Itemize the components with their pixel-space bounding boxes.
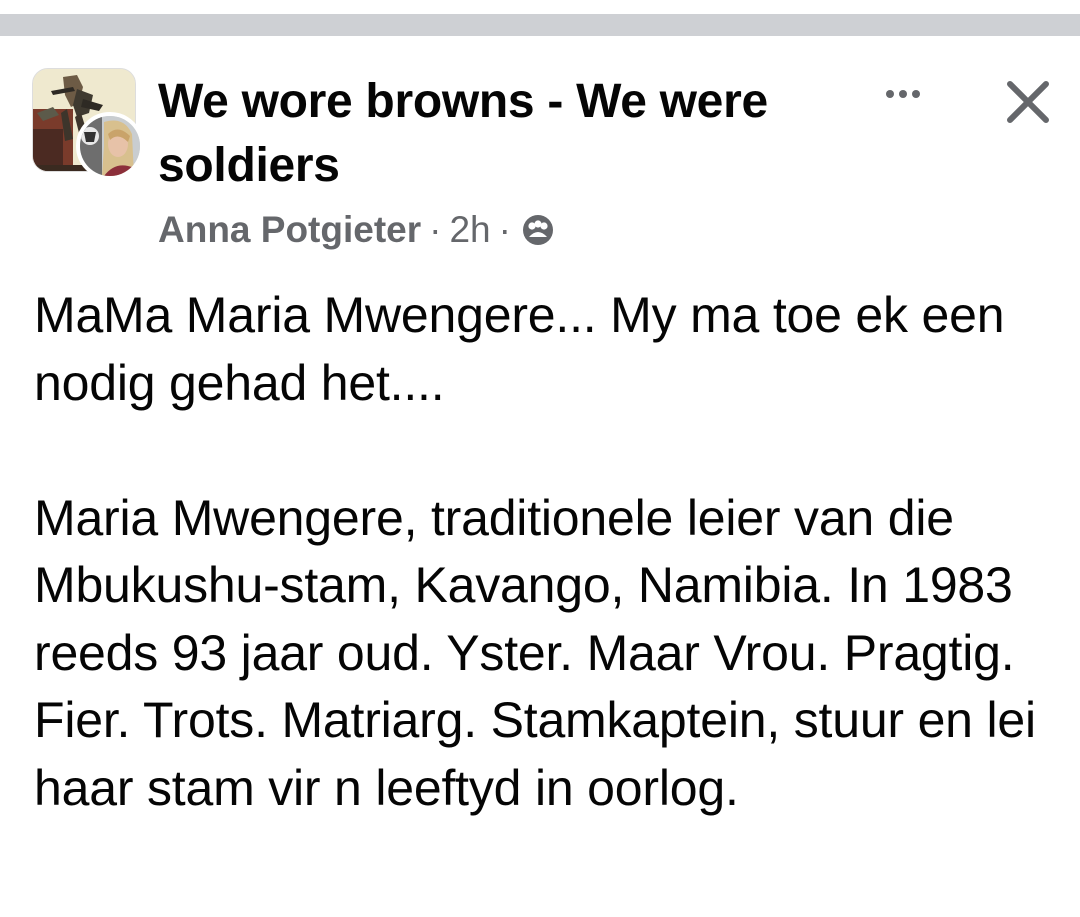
- post-text: MaMa Maria Mwengere... My ma toe ek een …: [34, 282, 1064, 822]
- close-icon: [1007, 81, 1049, 123]
- author-name[interactable]: Anna Potgieter: [158, 209, 421, 251]
- author-avatar[interactable]: [76, 112, 144, 180]
- post-timestamp[interactable]: 2h: [449, 209, 490, 251]
- more-options-button[interactable]: [870, 76, 936, 116]
- more-horizontal-icon: [886, 90, 920, 98]
- feed-divider: [0, 14, 1080, 36]
- author-avatar-image: [80, 116, 140, 176]
- meta-separator: ·: [498, 209, 511, 250]
- top-strip: [0, 0, 1080, 14]
- group-members-icon: [521, 213, 555, 247]
- avatar-stack[interactable]: [32, 68, 144, 180]
- close-post-button[interactable]: [992, 66, 1064, 138]
- post-header: We wore browns - We were soldiers Anna P…: [0, 36, 1080, 266]
- group-name[interactable]: We wore browns - We were soldiers: [158, 70, 858, 198]
- post-paragraph: Maria Mwengere, traditionele leier van d…: [34, 489, 1036, 816]
- meta-separator: ·: [429, 209, 442, 250]
- post-meta: Anna Potgieter · 2h ·: [158, 206, 555, 254]
- post-paragraph: MaMa Maria Mwengere... My ma toe ek een …: [34, 287, 1005, 411]
